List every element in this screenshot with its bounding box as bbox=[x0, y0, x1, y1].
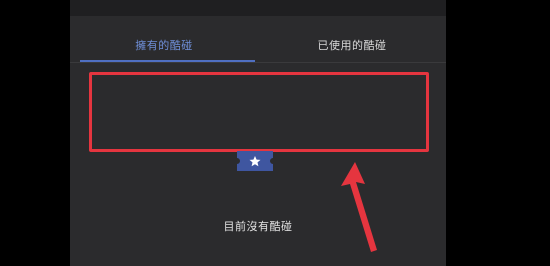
tab-used-coupons[interactable]: 已使用的酷碰 bbox=[258, 38, 446, 54]
red-annotation-arrow bbox=[341, 162, 377, 252]
empty-state-message: 目前沒有酷碰 bbox=[223, 220, 293, 233]
coupon-ticket-star-icon bbox=[237, 151, 273, 171]
tab-owned-coupons[interactable]: 擁有的酷碰 bbox=[70, 38, 258, 54]
coupon-panel: 擁有的酷碰 已使用的酷碰 目前沒有酷碰 bbox=[70, 0, 446, 266]
coupon-list-highlight-box bbox=[89, 72, 429, 152]
panel-top-bar bbox=[70, 0, 446, 16]
tab-divider bbox=[70, 62, 446, 63]
